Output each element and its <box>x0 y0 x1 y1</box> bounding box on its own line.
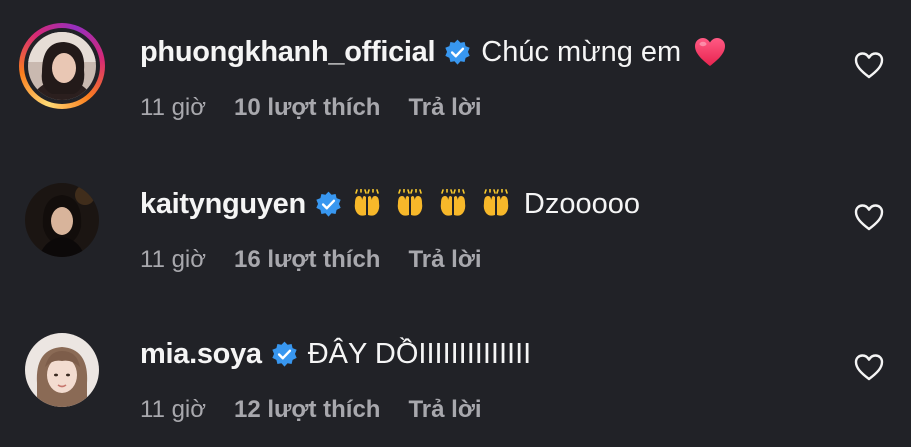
reply-button[interactable]: Trả lời <box>408 94 481 122</box>
heart-outline-icon[interactable] <box>853 50 885 80</box>
verified-badge-icon <box>316 191 341 217</box>
username-link[interactable]: kaitynguyen <box>140 188 306 221</box>
comment-line: mia.soya ĐÂY DỒIIIIIIIIIIIIII <box>140 334 531 374</box>
heart-emoji-icon <box>695 38 726 66</box>
comment-item: mia.soya ĐÂY DỒIIIIIIIIIIIIII 11 giờ 12 … <box>0 300 911 430</box>
comment-line: phuongkhanh_official Chúc mừng em <box>140 32 727 72</box>
raising-hands-icon <box>397 189 423 216</box>
avatar[interactable] <box>25 183 99 257</box>
verified-badge-icon <box>445 39 470 65</box>
like-count[interactable]: 10 lượt thích <box>234 94 380 122</box>
avatar <box>28 32 96 100</box>
comment-text: Chúc mừng em <box>481 35 682 68</box>
raising-hands-icon <box>440 189 466 216</box>
avatar[interactable] <box>25 333 99 407</box>
reply-button[interactable]: Trả lời <box>408 246 481 274</box>
like-count[interactable]: 16 lượt thích <box>234 246 380 274</box>
username-link[interactable]: mia.soya <box>140 338 262 371</box>
comment-meta: 11 giờ 10 lượt thích Trả lời <box>140 93 510 123</box>
comment-text: Dzooooo <box>523 187 641 220</box>
avatar-story-ring[interactable] <box>19 23 105 109</box>
comment-time: 11 giờ <box>140 246 206 273</box>
raising-hands-icon <box>354 189 380 216</box>
comment-item: kaitynguyen Dzooooo 11 giờ 16 lượt thích… <box>0 150 911 280</box>
comment-item: phuongkhanh_official Chúc mừng em 11 giờ… <box>0 0 911 130</box>
reply-button[interactable]: Trả lời <box>408 396 481 424</box>
comment-time: 11 giờ <box>140 94 206 121</box>
comment-text: ĐÂY DỒIIIIIIIIIIIIII <box>307 337 532 370</box>
heart-outline-icon[interactable] <box>853 202 885 232</box>
heart-outline-icon[interactable] <box>853 352 885 382</box>
comment-time: 11 giờ <box>140 396 206 423</box>
username-link[interactable]: phuongkhanh_official <box>140 36 436 69</box>
comment-line: kaitynguyen Dzooooo <box>140 184 640 224</box>
comment-meta: 11 giờ 12 lượt thích Trả lời <box>140 395 510 425</box>
comment-meta: 11 giờ 16 lượt thích Trả lời <box>140 245 510 275</box>
verified-badge-icon <box>272 341 297 367</box>
like-count[interactable]: 12 lượt thích <box>234 396 380 424</box>
raising-hands-icon <box>483 189 509 216</box>
